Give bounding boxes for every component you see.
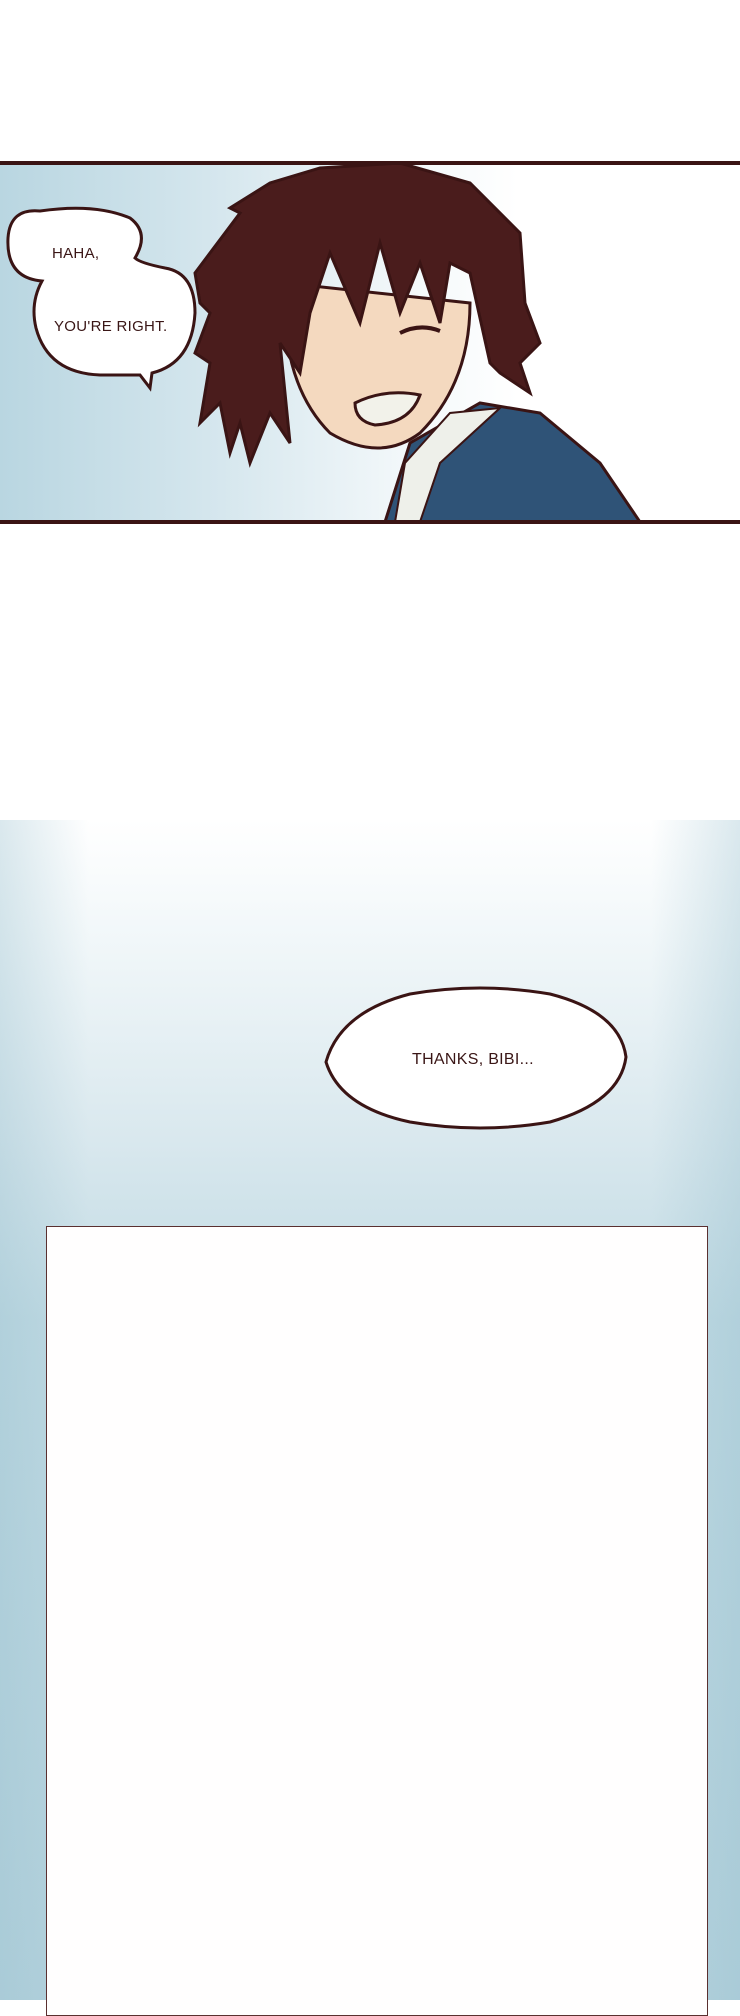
speech-bubble-1: [6, 206, 197, 392]
comic-panel-1: HAHA, YOU'RE RIGHT.: [0, 163, 740, 522]
comic-panel-2: [46, 1226, 708, 2016]
bubble-2-text: THANKS, BIBI...: [412, 1051, 534, 1068]
panel-1-top-border: [0, 161, 740, 165]
bubble-1-line-1: HAHA,: [52, 245, 100, 262]
panel-1-bottom-border: [0, 520, 740, 524]
bubble-1-line-2: YOU'RE RIGHT.: [54, 318, 168, 335]
